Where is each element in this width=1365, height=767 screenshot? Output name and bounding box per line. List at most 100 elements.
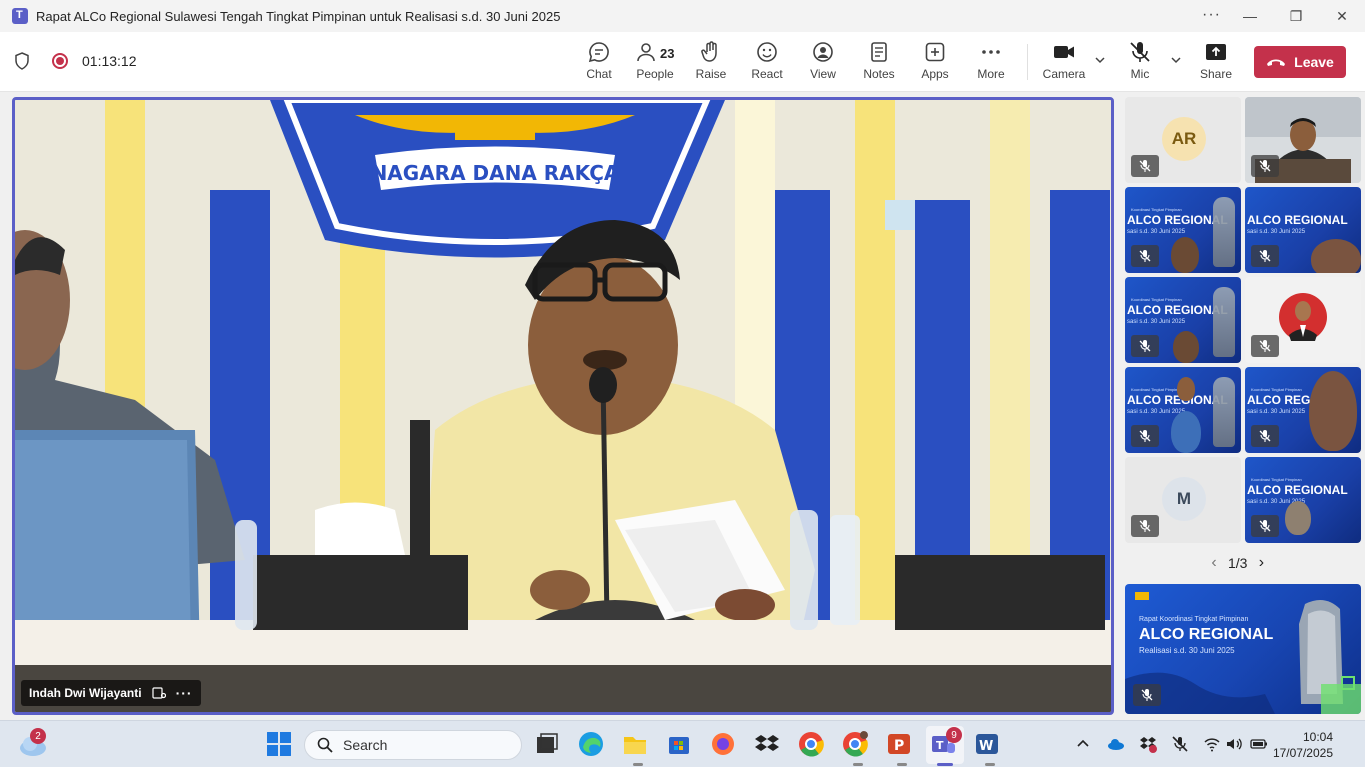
- next-page-button[interactable]: ›: [1253, 554, 1269, 572]
- wifi-icon[interactable]: [1203, 735, 1221, 753]
- file-explorer-icon[interactable]: [622, 731, 648, 757]
- raise-hand-icon: [701, 41, 717, 62]
- close-window-button[interactable]: ✕: [1319, 0, 1365, 32]
- gallery-pager: ‹ 1/3 ›: [1206, 554, 1269, 572]
- battery-icon[interactable]: [1250, 735, 1268, 753]
- participant-tile[interactable]: Koordinasi Tingkat Pimpinan ALCO REGIONA…: [1245, 457, 1361, 543]
- participant-face: [1177, 377, 1195, 401]
- main-video-stage[interactable]: NAGARA DANA RAKÇA Indah Dwi Wijayanti ··…: [12, 97, 1114, 715]
- start-icon[interactable]: [266, 731, 292, 757]
- share-icon: [1206, 44, 1226, 60]
- more-button[interactable]: More: [963, 40, 1019, 86]
- previous-page-button[interactable]: ‹: [1206, 554, 1222, 572]
- running-indicator: [985, 763, 995, 766]
- teams-app-icon: [12, 8, 28, 24]
- people-icon: [637, 43, 655, 62]
- participant-face: [1309, 371, 1357, 451]
- task-view-icon[interactable]: [534, 731, 560, 757]
- leave-label: Leave: [1294, 54, 1334, 70]
- react-label: React: [751, 67, 783, 81]
- meeting-timer: 01:13:12: [82, 53, 137, 69]
- leave-button[interactable]: Leave: [1254, 46, 1346, 78]
- chat-label: Chat: [586, 67, 612, 81]
- chrome-profile-icon[interactable]: [842, 731, 868, 757]
- mic-muted-tray-icon[interactable]: [1171, 735, 1189, 753]
- mic-off-icon: [1130, 42, 1150, 62]
- shield-icon[interactable]: [14, 52, 30, 70]
- firefox-icon[interactable]: [710, 731, 736, 757]
- svg-text:P: P: [894, 738, 904, 754]
- participant-tile[interactable]: Koordinasi Tingkat Pimpinan ALCO REGIONA…: [1125, 367, 1241, 453]
- expand-icon[interactable]: [1341, 676, 1355, 690]
- raise-hand-button[interactable]: Raise: [683, 40, 739, 86]
- page-indicator: 1/3: [1228, 555, 1248, 571]
- participant-tile[interactable]: AR: [1125, 97, 1241, 183]
- volume-icon[interactable]: [1225, 735, 1243, 753]
- promo-title: ALCO REGIONAL: [1247, 213, 1348, 227]
- taskbar-clock[interactable]: 10:04 17/07/2025: [1273, 729, 1333, 761]
- participant-body: [1171, 411, 1201, 453]
- participant-tile[interactable]: [1245, 97, 1361, 183]
- share-button[interactable]: Share: [1188, 40, 1244, 86]
- statue-graphic: [1213, 197, 1235, 267]
- participant-tile[interactable]: [1245, 277, 1361, 363]
- dropbox-tray-icon[interactable]: [1139, 735, 1157, 753]
- muted-mic-icon: [1131, 425, 1159, 447]
- spotlight-icon: [151, 687, 166, 699]
- minimize-button[interactable]: —: [1227, 0, 1273, 32]
- people-button[interactable]: 23 People: [627, 40, 683, 86]
- apps-label: Apps: [921, 67, 949, 81]
- statue-graphic: [1213, 377, 1235, 447]
- running-indicator: [853, 763, 863, 766]
- camera-button[interactable]: Camera: [1036, 40, 1092, 86]
- statue-graphic: [1213, 287, 1235, 357]
- chat-button[interactable]: Chat: [571, 40, 627, 86]
- view-button[interactable]: View: [795, 40, 851, 86]
- restore-button[interactable]: ❐: [1273, 0, 1319, 32]
- powerpoint-icon[interactable]: P: [886, 731, 912, 757]
- mic-button[interactable]: Mic: [1112, 40, 1168, 86]
- word-icon[interactable]: W: [974, 731, 1000, 757]
- self-view-tile[interactable]: Rapat Koordinasi Tingkat Pimpinan ALCO R…: [1125, 584, 1361, 714]
- promo-subtitle: sasi s.d. 30 Juni 2025: [1127, 319, 1186, 325]
- muted-mic-icon: [1131, 335, 1159, 357]
- apps-button[interactable]: Apps: [907, 40, 963, 86]
- more-icon: [982, 50, 1000, 54]
- store-icon[interactable]: [666, 731, 692, 757]
- promo-kicker: Koordinasi Tingkat Pimpinan: [1251, 477, 1302, 482]
- muted-mic-icon: [1251, 335, 1279, 357]
- edge-icon[interactable]: [578, 731, 604, 757]
- participant-options-icon[interactable]: ···: [176, 685, 193, 701]
- camera-options-chevron-icon[interactable]: [1094, 54, 1106, 66]
- taskbar-search-input[interactable]: Search: [304, 730, 522, 760]
- notes-button[interactable]: Notes: [851, 40, 907, 86]
- onedrive-icon[interactable]: [1107, 735, 1125, 753]
- promo-subtitle: sasi s.d. 30 Juni 2025: [1127, 229, 1186, 235]
- clock-time: 10:04: [1302, 730, 1333, 744]
- react-button[interactable]: React: [739, 40, 795, 86]
- promo-subtitle: sasi s.d. 30 Juni 2025: [1247, 409, 1306, 415]
- dropbox-icon[interactable]: [754, 731, 780, 757]
- title-more-button[interactable]: ···: [1202, 6, 1221, 24]
- chrome-icon[interactable]: [798, 731, 824, 757]
- participant-tile[interactable]: Koordinasi Tingkat Pimpinan ALCO REGIONA…: [1125, 187, 1241, 273]
- meeting-toolbar: 01:13:12 Chat 23 People Raise React View…: [0, 32, 1365, 92]
- participant-tile[interactable]: Koordinasi Tingkat Pimpinan ALCO REGIONA…: [1125, 277, 1241, 363]
- speaker-name: Indah Dwi Wijayanti: [29, 686, 142, 700]
- muted-mic-icon: [1251, 245, 1279, 267]
- mic-options-chevron-icon[interactable]: [1170, 54, 1182, 66]
- muted-mic-icon: [1133, 684, 1161, 706]
- avatar-initials: AR: [1162, 117, 1206, 161]
- participant-face: [1285, 501, 1311, 535]
- raise-label: Raise: [695, 67, 727, 81]
- participant-tile[interactable]: ALCO REGIONAL sasi s.d. 30 Juni 2025: [1245, 187, 1361, 273]
- promo-kicker: Koordinasi Tingkat Pimpinan: [1251, 387, 1302, 392]
- weather-badge: 2: [30, 728, 46, 744]
- participant-tile[interactable]: Koordinasi Tingkat Pimpinan ALCO REGIONA…: [1245, 367, 1361, 453]
- muted-mic-icon: [1131, 245, 1159, 267]
- participant-tile[interactable]: M: [1125, 457, 1241, 543]
- recording-icon: [52, 53, 68, 69]
- show-hidden-icons-icon[interactable]: [1074, 735, 1092, 753]
- teams-badge: 9: [946, 727, 962, 743]
- muted-mic-icon: [1251, 515, 1279, 537]
